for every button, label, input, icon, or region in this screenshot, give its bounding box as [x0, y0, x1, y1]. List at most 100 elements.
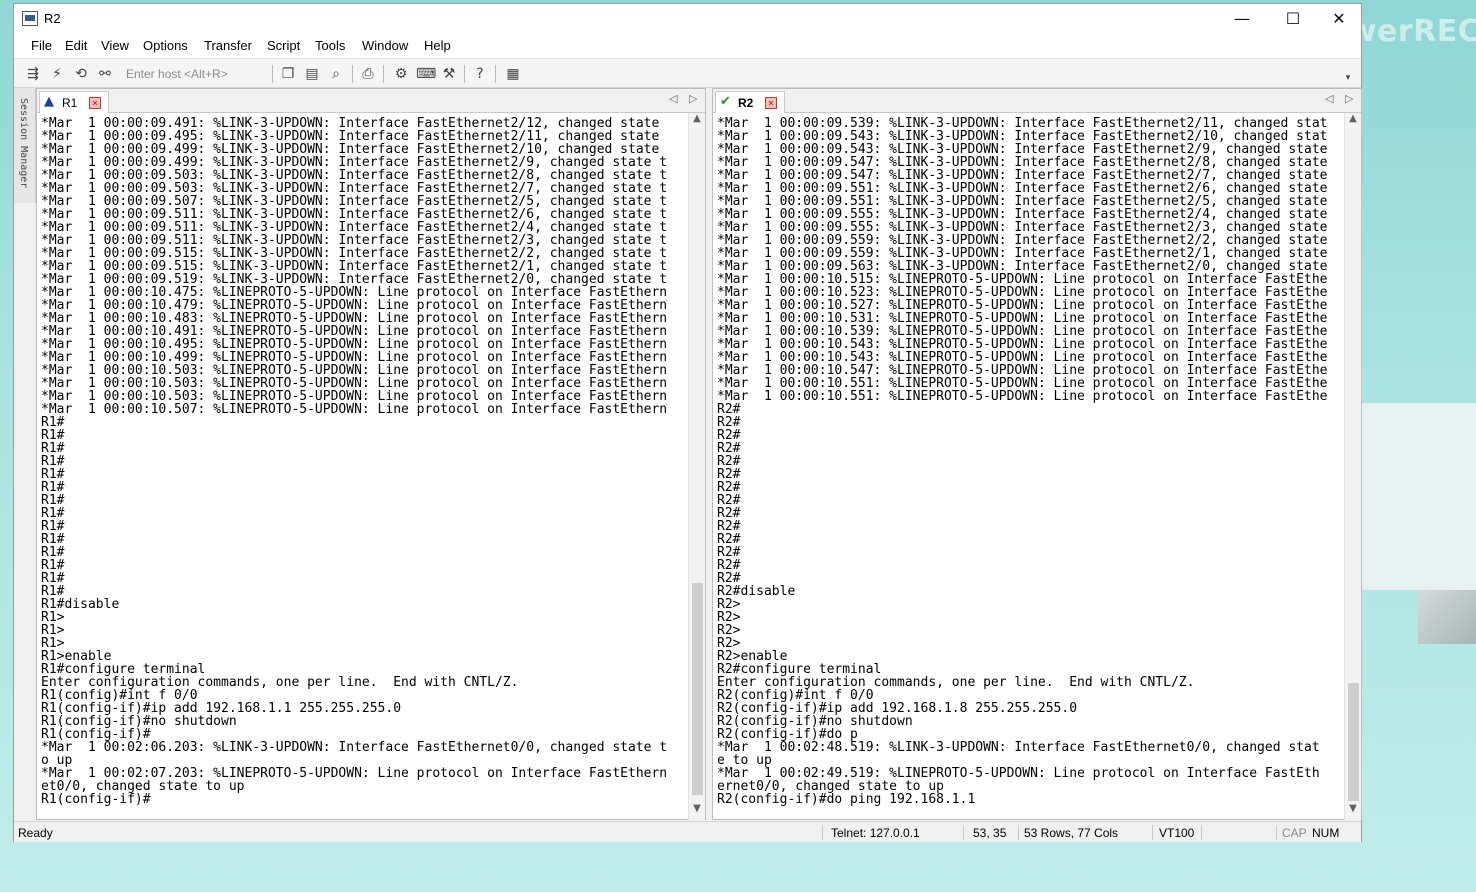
- title-bar[interactable]: R2 — ☐ ✕: [14, 4, 1361, 34]
- terminal-line: R2#: [717, 454, 741, 469]
- terminal-line: R2#: [717, 480, 741, 495]
- session-pane-r1: ▲ R1 × ◁ ▷ *Mar 1 00:00:09.491: %LINK-3-…: [36, 88, 706, 820]
- menu-edit[interactable]: Edit: [65, 38, 87, 53]
- status-divider: [822, 825, 823, 840]
- status-emulation: VT100: [1159, 826, 1195, 840]
- status-caps: CAP: [1282, 826, 1307, 840]
- window-title: R2: [44, 11, 61, 26]
- terminal-line: R2#: [717, 415, 741, 430]
- toolbar-separator: [272, 65, 273, 83]
- scroll-thumb[interactable]: [1348, 683, 1359, 801]
- print-icon[interactable]: ⎙: [359, 65, 377, 83]
- menu-tools[interactable]: Tools: [315, 38, 345, 53]
- terminal-line: R2#: [717, 519, 741, 534]
- desktop-panel-shadow: [1418, 590, 1476, 644]
- toolbar-separator: [495, 65, 496, 83]
- close-tab-icon[interactable]: ×: [89, 97, 101, 109]
- keymap-icon[interactable]: ⌨: [416, 65, 436, 83]
- status-divider: [963, 825, 964, 840]
- terminal-output[interactable]: *Mar 1 00:00:09.539: %LINK-3-UPDOWN: Int…: [717, 117, 1341, 817]
- sftp-icon[interactable]: ⚒: [440, 65, 458, 83]
- tab-prev-icon[interactable]: ◁: [1325, 92, 1333, 105]
- status-num: NUM: [1312, 826, 1340, 840]
- scroll-up-icon[interactable]: ▲: [1345, 113, 1361, 129]
- quick-connect-input[interactable]: [122, 63, 272, 84]
- lightning-icon[interactable]: ⚡: [48, 65, 66, 83]
- terminal-line: R2#: [717, 532, 741, 547]
- terminal-line: R1#: [41, 441, 65, 456]
- menu-script[interactable]: Script: [267, 38, 300, 53]
- terminal-line: R1#: [41, 545, 65, 560]
- session-manager-tab[interactable]: Session Manager: [14, 88, 36, 203]
- disconnect-icon[interactable]: ⚯: [96, 65, 114, 83]
- menu-bar: File Edit View Options Transfer Script T…: [14, 34, 1361, 58]
- terminal-line: R2#: [717, 558, 741, 573]
- status-divider: [1276, 825, 1277, 840]
- connect-icon[interactable]: ⇶: [24, 65, 42, 83]
- terminal-line: R1#: [41, 454, 65, 469]
- maximize-button[interactable]: ☐: [1270, 6, 1316, 32]
- session-pane-r2: ✔ R2 × ◁ ▷ *Mar 1 00:00:09.539: %LINK-3-…: [712, 88, 1362, 820]
- terminal-output[interactable]: *Mar 1 00:00:09.491: %LINK-3-UPDOWN: Int…: [41, 117, 685, 817]
- terminal-line: *Mar 1 00:02:48.519: %LINK-3-UPDOWN: Int…: [717, 740, 1320, 755]
- paste-icon[interactable]: ▤: [303, 65, 321, 83]
- warning-icon: ▲: [44, 94, 54, 109]
- tab-r1[interactable]: ▲ R1 ×: [39, 91, 109, 113]
- terminal-line: *Mar 1 00:00:10.507: %LINEPROTO-5-UPDOWN…: [41, 402, 668, 417]
- status-divider: [1152, 825, 1153, 840]
- tab-r2[interactable]: ✔ R2 ×: [715, 91, 785, 113]
- terminal-line: R1#: [41, 480, 65, 495]
- checkmark-icon: ✔: [720, 94, 731, 109]
- terminal-line: R2#: [717, 571, 741, 586]
- toolbar-overflow-icon[interactable]: ▾: [1339, 69, 1357, 87]
- terminal-line: R1(config-if)#: [41, 792, 151, 807]
- help-icon[interactable]: ?: [471, 65, 489, 83]
- terminal-line: R1#: [41, 558, 65, 573]
- toolbar-separator: [352, 65, 353, 83]
- tab-prev-icon[interactable]: ◁: [669, 92, 677, 105]
- status-cursor: 53, 35: [973, 826, 1007, 840]
- vertical-scrollbar[interactable]: ▲ ▼: [1344, 113, 1361, 820]
- terminal-line: R2>: [717, 610, 741, 625]
- close-tab-icon[interactable]: ×: [765, 97, 777, 109]
- terminal-line: R1>: [41, 610, 65, 625]
- status-bar: Ready Telnet: 127.0.0.1 53, 35 53 Rows, …: [14, 821, 1361, 842]
- scroll-down-icon[interactable]: ▼: [689, 803, 705, 819]
- copy-icon[interactable]: ❐: [279, 65, 297, 83]
- scroll-down-icon[interactable]: ▼: [1345, 803, 1361, 819]
- tab-label: R1: [62, 96, 78, 110]
- toolbar-separator: [464, 65, 465, 83]
- tab-bar: ▲ R1 × ◁ ▷: [37, 89, 705, 113]
- status-connection: Telnet: 127.0.0.1: [831, 826, 920, 840]
- scroll-up-icon[interactable]: ▲: [689, 113, 705, 129]
- close-button[interactable]: ✕: [1316, 6, 1362, 32]
- terminal-line: R1#: [41, 519, 65, 534]
- find-icon[interactable]: ⌕: [327, 65, 345, 83]
- vertical-scrollbar[interactable]: ▲ ▼: [688, 113, 705, 820]
- terminal-line: R2#: [717, 428, 741, 443]
- terminal-line: R1#: [41, 428, 65, 443]
- reconnect-icon[interactable]: ⟲: [72, 65, 90, 83]
- menu-window[interactable]: Window: [362, 38, 408, 53]
- terminal-line: R1>: [41, 636, 65, 651]
- tab-next-icon[interactable]: ▷: [1345, 92, 1353, 105]
- minimize-button[interactable]: —: [1219, 6, 1265, 32]
- toolbar: ⇶ ⚡ ⟲ ⚯ ❐ ▤ ⌕ ⎙ ⚙ ⌨ ⚒ ? ▦ ▾: [14, 58, 1361, 88]
- terminal-line: R2#: [717, 441, 741, 456]
- terminal-line: R1#disable: [41, 597, 120, 612]
- tab-label: R2: [738, 96, 754, 110]
- status-size: 53 Rows, 77 Cols: [1024, 826, 1119, 840]
- menu-transfer[interactable]: Transfer: [204, 38, 252, 53]
- menu-help[interactable]: Help: [424, 38, 451, 53]
- menu-options[interactable]: Options: [143, 38, 188, 53]
- terminal-line: R2#: [717, 493, 741, 508]
- terminal-line: R2#: [717, 467, 741, 482]
- tab-next-icon[interactable]: ▷: [689, 92, 697, 105]
- terminal-line: R1#: [41, 467, 65, 482]
- menu-view[interactable]: View: [101, 38, 129, 53]
- terminal-line: R1#: [41, 571, 65, 586]
- scroll-thumb[interactable]: [692, 583, 703, 795]
- map-icon[interactable]: ▦: [504, 65, 522, 83]
- menu-file[interactable]: File: [31, 38, 52, 53]
- settings-icon[interactable]: ⚙: [392, 65, 410, 83]
